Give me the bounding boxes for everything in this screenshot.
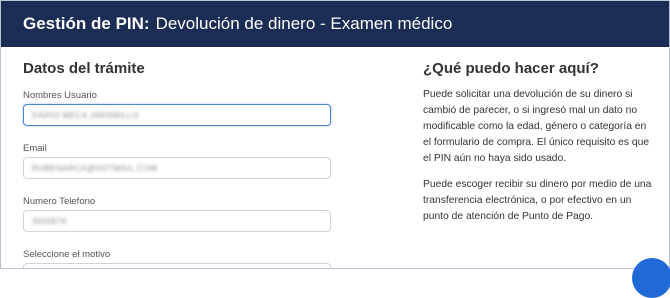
chat-icon[interactable]	[632, 258, 670, 298]
app-window: Gestión de PIN: Devolución de dinero - E…	[0, 0, 670, 269]
user-name-label: Nombres Usuario	[23, 90, 97, 101]
help-title: ¿Qué puedo hacer aquí?	[423, 60, 599, 77]
user-name-value: DARIO MECA JARAMILLO	[32, 110, 139, 120]
help-panel: ¿Qué puedo hacer aquí? Puede solicitar u…	[423, 59, 655, 235]
form-title: Datos del trámite	[23, 60, 145, 77]
reason-label: Seleccione el motivo	[23, 249, 111, 260]
email-input[interactable]: RUBENARCA@HOTMAIL.COM	[23, 157, 331, 179]
procedure-form: Datos del trámite Nombres Usuario DARIO …	[23, 59, 335, 268]
phone-input[interactable]: 3000876	[23, 210, 331, 232]
phone-value: 3000876	[32, 216, 67, 226]
help-paragraph-2: Puede escoger recibir su dinero por medi…	[423, 179, 652, 222]
email-value: RUBENARCA@HOTMAIL.COM	[32, 163, 158, 173]
reason-select[interactable]	[23, 263, 331, 268]
phone-label: Numero Telefono	[23, 196, 96, 207]
help-paragraph-1: Puede solicitar una devolución de su din…	[423, 89, 650, 164]
header-title-strong: Gestión de PIN:	[23, 14, 150, 33]
page-header: Gestión de PIN: Devolución de dinero - E…	[1, 1, 669, 47]
user-name-input[interactable]: DARIO MECA JARAMILLO	[23, 104, 331, 126]
email-label: Email	[23, 143, 47, 154]
header-title-rest: Devolución de dinero - Examen médico	[155, 14, 453, 33]
